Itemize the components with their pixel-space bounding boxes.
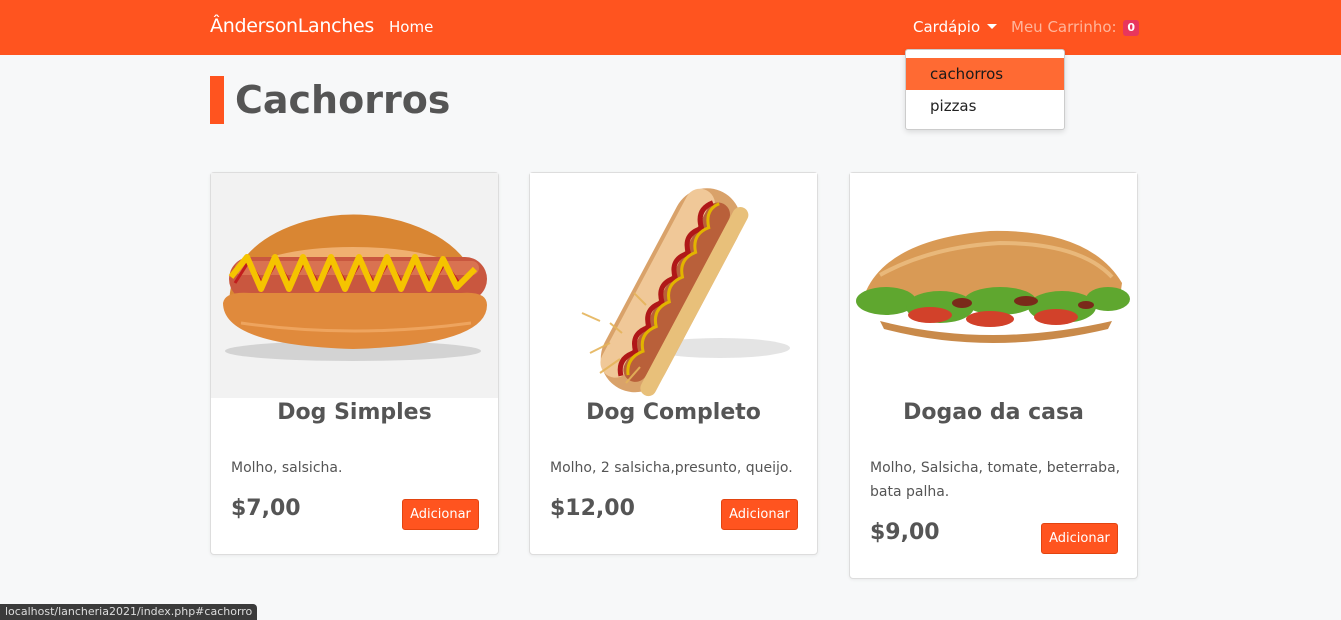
nav-menu-label: Cardápio	[913, 18, 981, 36]
product-image-hotdog-simple	[211, 173, 498, 398]
nav-menu-dropdown-toggle[interactable]: Cardápio	[913, 18, 998, 36]
product-name: Dog Completo	[586, 400, 761, 425]
top-navbar: ÂndersonLanches Home Cardápio Meu Carrin…	[0, 0, 1341, 55]
product-price: $7,00	[231, 496, 301, 521]
title-accent-bar	[210, 76, 224, 124]
product-card: Dogao da casa Molho, Salsicha, tomate, b…	[849, 172, 1138, 579]
product-price: $12,00	[550, 496, 635, 521]
product-image-sandwich	[850, 173, 1137, 398]
product-description: Molho, Salsicha, tomate, beterraba, bata…	[870, 460, 1121, 500]
browser-status-url: localhost/lancheria2021/index.php#cachor…	[0, 604, 258, 620]
add-to-cart-button[interactable]: Adicionar	[402, 499, 479, 530]
brand-logo-link[interactable]: ÂndersonLanches	[210, 15, 374, 37]
product-description: Molho, 2 salsicha,presunto, queijo.	[550, 460, 793, 476]
add-to-cart-button[interactable]: Adicionar	[1041, 523, 1118, 554]
product-description: Molho, salsicha.	[231, 460, 343, 476]
product-card: Dog Completo Molho, 2 salsicha,presunto,…	[529, 172, 818, 555]
chevron-down-icon	[987, 24, 998, 29]
menu-dropdown: cachorros pizzas	[905, 49, 1065, 130]
product-name: Dog Simples	[277, 400, 432, 425]
nav-home-link[interactable]: Home	[389, 18, 433, 36]
cart-label: Meu Carrinho:	[1011, 18, 1117, 36]
product-card: Dog Simples Molho, salsicha. $7,00 Adici…	[210, 172, 499, 555]
product-name: Dogao da casa	[903, 400, 1084, 425]
product-price: $9,00	[870, 520, 940, 545]
nav-cart-link[interactable]: Meu Carrinho: 0	[1011, 18, 1140, 36]
dropdown-item-cachorros[interactable]: cachorros	[906, 58, 1064, 90]
cart-count-badge: 0	[1123, 20, 1140, 36]
product-image-hotdog-complete	[530, 173, 817, 398]
add-to-cart-button[interactable]: Adicionar	[721, 499, 798, 530]
dropdown-item-pizzas[interactable]: pizzas	[906, 90, 1064, 122]
page-title: Cachorros	[235, 78, 451, 122]
